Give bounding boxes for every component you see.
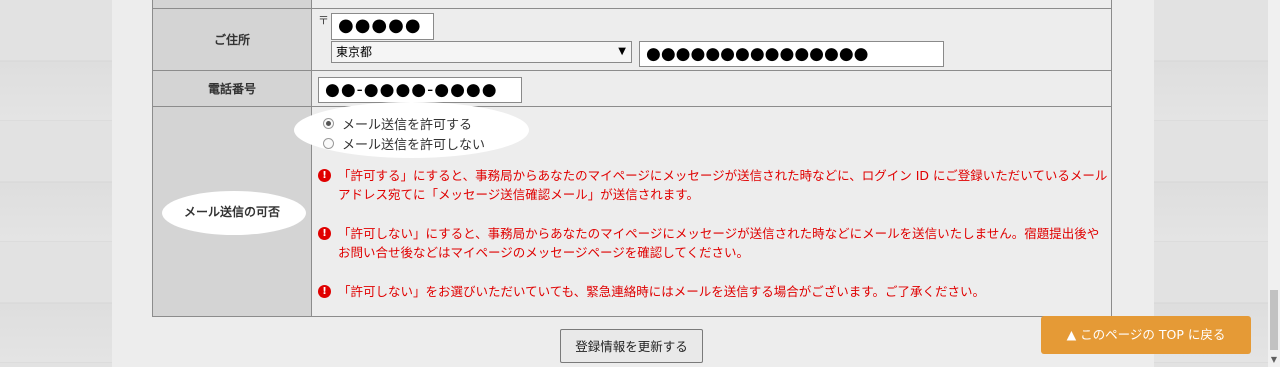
back-to-top-button[interactable]: ▲ このページの TOP に戻る: [1041, 316, 1251, 354]
notice-allow: ! 「許可する」にすると、事務局からあなたのマイページにメッセージが送信された時…: [318, 166, 1108, 204]
address-label: ご住所: [152, 8, 312, 71]
mail-permission-cell: メール送信を許可する メール送信を許可しない ! 「許可する」にすると、事務局か…: [294, 102, 1112, 317]
radio-button-selected[interactable]: [323, 117, 334, 129]
prefecture-selected-value: 東京都: [336, 45, 373, 59]
warning-icon: !: [318, 169, 331, 182]
postal-mark: 〒: [318, 14, 329, 27]
phone-label: 電話番号: [152, 70, 312, 107]
radio-deny-label: メール送信を許可しない: [342, 137, 486, 153]
warning-icon: !: [318, 285, 331, 298]
registration-form-table: ご住所 〒 ●●●●● 東京都 ▼ ●●●●●●●●●●●●●●● 電話番号 ●…: [152, 0, 1112, 317]
street-address-input[interactable]: ●●●●●●●●●●●●●●●: [639, 41, 944, 67]
form-row-phone: 電話番号 ●●-●●●●-●●●●: [152, 70, 1112, 107]
form-row-previous: [152, 0, 1112, 9]
radio-allow-label: メール送信を許可する: [342, 117, 473, 133]
scrollbar-thumb[interactable]: [1270, 290, 1278, 350]
mail-permission-label: メール送信の可否: [183, 205, 280, 219]
warning-icon: !: [318, 227, 331, 240]
postal-code-input[interactable]: ●●●●●: [331, 13, 434, 40]
radio-deny-mail[interactable]: メール送信を許可しない: [323, 133, 485, 153]
update-registration-button[interactable]: 登録情報を更新する: [560, 329, 703, 363]
radio-button-unselected[interactable]: [323, 137, 334, 149]
address-cell: 〒 ●●●●● 東京都 ▼ ●●●●●●●●●●●●●●●: [311, 8, 1112, 71]
notice-deny: ! 「許可しない」にすると、事務局からあなたのマイページにメッセージが送信された…: [318, 224, 1108, 262]
form-row-mail-permission: メール送信の可否 メール送信を許可する メール送信を許可しない ! 「許可する」…: [152, 102, 1112, 317]
form-row-address: ご住所 〒 ●●●●● 東京都 ▼ ●●●●●●●●●●●●●●●: [152, 8, 1112, 71]
phone-input[interactable]: ●●-●●●●-●●●●: [318, 77, 522, 103]
prefecture-select[interactable]: 東京都 ▼: [331, 41, 632, 63]
radio-allow-mail[interactable]: メール送信を許可する: [323, 113, 485, 133]
scroll-down-arrow-icon[interactable]: ▼: [1271, 355, 1277, 364]
mail-permission-label-cell: メール送信の可否: [152, 106, 312, 317]
dropdown-arrow-icon: ▼: [618, 46, 626, 57]
mail-permission-options: メール送信を許可する メール送信を許可しない: [323, 113, 485, 153]
phone-cell: ●●-●●●●-●●●●: [311, 70, 1112, 107]
vertical-scrollbar[interactable]: ▼: [1268, 0, 1280, 367]
notice-emergency: ! 「許可しない」をお選びいただいていても、緊急連絡時にはメールを送信する場合が…: [318, 282, 1108, 301]
